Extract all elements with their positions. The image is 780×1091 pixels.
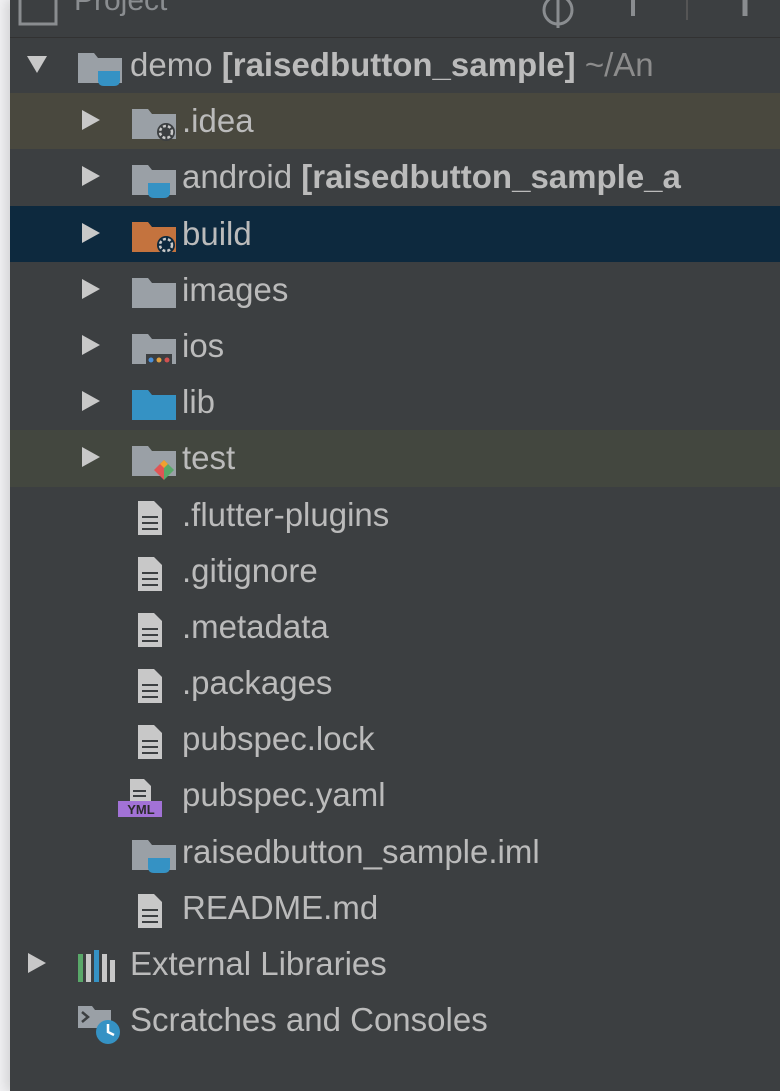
tree-item-packages[interactable]: .packages — [10, 655, 780, 711]
tree-item-label: build — [182, 214, 252, 252]
text-file-icon — [132, 487, 180, 543]
folder-icon — [130, 262, 178, 318]
text-file-icon — [132, 711, 180, 767]
project-view-icon — [18, 0, 58, 35]
tree-item-build[interactable]: build — [10, 205, 780, 262]
tree-item-pubspec-yaml[interactable]: YML pubspec.yaml — [10, 767, 780, 823]
tree-item-label: images — [182, 270, 289, 308]
project-tool-window: Project demo [raisedbutton_sample] ~/An … — [10, 0, 780, 1091]
tree-item-readme[interactable]: README.md — [10, 880, 780, 936]
tree-item-label: .packages — [182, 664, 333, 702]
tree-item-label: test — [182, 439, 236, 477]
project-header: Project — [10, 0, 780, 38]
tree-item-label: .gitignore — [182, 551, 318, 589]
tree-item-label: .flutter-plugins — [182, 495, 390, 533]
collapsed-arrow-icon[interactable] — [76, 149, 106, 205]
tree-item-gitignore[interactable]: .gitignore — [10, 543, 780, 599]
tree-item-flutter-plugins[interactable]: .flutter-plugins — [10, 487, 780, 543]
text-file-icon — [132, 655, 180, 711]
tree-item-test[interactable]: test — [10, 430, 780, 487]
module-name: [raisedbutton_sample] — [221, 46, 576, 83]
locate-icon[interactable] — [538, 0, 578, 35]
project-path: ~/An — [584, 46, 654, 83]
module-name: [raisedbutton_sample_a — [301, 158, 681, 196]
tree-item-pubspec-lock[interactable]: pubspec.lock — [10, 711, 780, 767]
module-folder-icon — [130, 149, 178, 205]
tree-item-ios[interactable]: ios — [10, 318, 780, 374]
tree-item-label: pubspec.yaml — [182, 776, 386, 814]
yaml-badge: YML — [127, 802, 155, 818]
tree-item-scratches[interactable]: Scratches and Consoles — [10, 992, 780, 1048]
tree-item-label: .metadata — [182, 607, 329, 645]
text-file-icon — [132, 880, 180, 936]
text-file-icon — [132, 543, 180, 599]
module-file-icon — [130, 824, 178, 880]
tree-item-iml[interactable]: raisedbutton_sample.iml — [10, 824, 780, 880]
scratches-icon — [76, 992, 124, 1048]
excluded-folder-icon — [130, 206, 178, 262]
header-divider — [685, 0, 689, 35]
tree-item-images[interactable]: images — [10, 262, 780, 318]
tree-item-label: pubspec.lock — [182, 720, 375, 758]
test-folder-icon — [130, 430, 178, 486]
project-header-title: Project — [74, 0, 168, 17]
tree-item-demo[interactable]: demo [raisedbutton_sample] ~/An — [10, 37, 780, 93]
tree-item-label: ios — [182, 326, 225, 364]
tree-item-label: android — [182, 158, 293, 196]
tree-item-metadata[interactable]: .metadata — [10, 599, 780, 655]
collapsed-arrow-icon[interactable] — [22, 936, 52, 992]
tree-item-lib[interactable]: lib — [10, 374, 780, 430]
tree-item-external-libraries[interactable]: External Libraries — [10, 936, 780, 992]
config-folder-icon — [130, 93, 178, 149]
library-icon — [76, 936, 124, 992]
settings-gear-icon[interactable] — [725, 0, 765, 35]
collapsed-arrow-icon[interactable] — [76, 262, 106, 318]
ios-module-folder-icon — [130, 318, 178, 374]
collapsed-arrow-icon[interactable] — [76, 206, 106, 262]
tree-item-label: Scratches and Consoles — [130, 1001, 488, 1039]
yaml-file-icon: YML — [116, 767, 164, 823]
tree-item-android[interactable]: android [raisedbutton_sample_a — [10, 149, 780, 205]
tree-item-label: raisedbutton_sample.iml — [182, 832, 540, 870]
tree-item-label: External Libraries — [130, 945, 387, 982]
module-folder-icon — [76, 37, 124, 93]
tree-item-idea[interactable]: .idea — [10, 93, 780, 150]
expand-arrow-icon[interactable] — [22, 37, 52, 93]
collapsed-arrow-icon[interactable] — [76, 374, 106, 430]
tree-item-label: lib — [182, 383, 216, 421]
tree-item-label: .idea — [182, 102, 254, 140]
collapsed-arrow-icon[interactable] — [76, 430, 106, 486]
text-file-icon — [132, 599, 180, 655]
collapsed-arrow-icon[interactable] — [76, 318, 106, 374]
source-folder-icon — [130, 374, 178, 430]
tree-item-label: demo — [130, 46, 213, 83]
project-tree: demo [raisedbutton_sample] ~/An .idea an… — [10, 37, 780, 1048]
tree-item-label: README.md — [182, 888, 379, 926]
collapse-icon[interactable] — [618, 0, 648, 35]
collapsed-arrow-icon[interactable] — [76, 93, 106, 149]
